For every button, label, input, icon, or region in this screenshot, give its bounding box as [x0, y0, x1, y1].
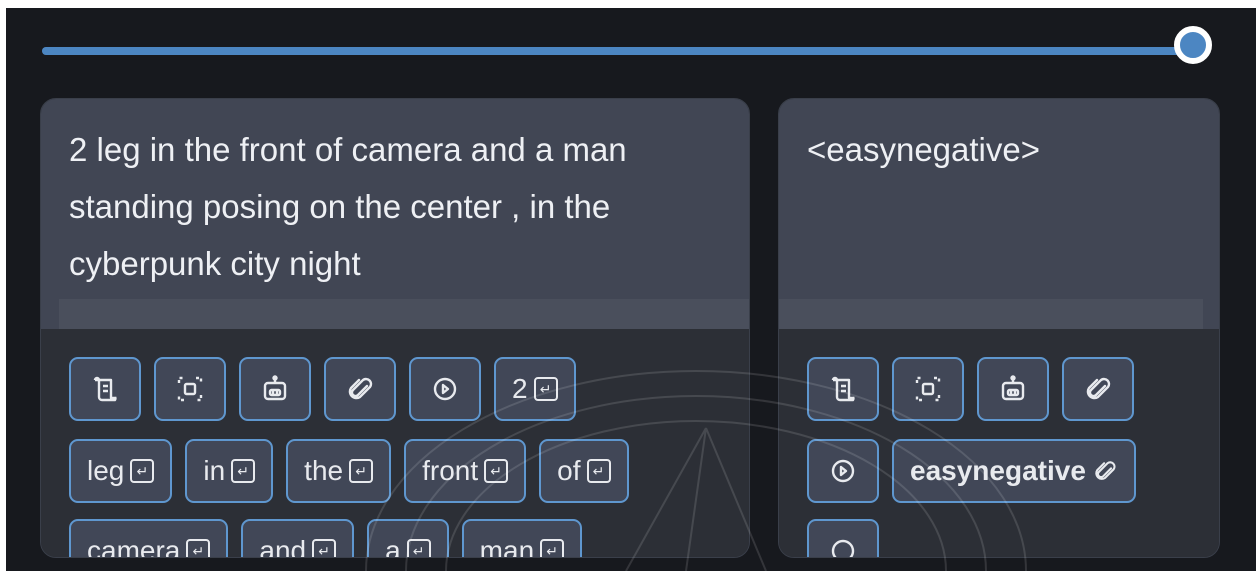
token-label: 2	[512, 373, 528, 404]
paperclip-icon[interactable]	[324, 357, 396, 421]
negative-chip-row-1	[807, 357, 1134, 421]
paperclip-icon[interactable]	[1062, 357, 1134, 421]
negative-prompt-panel: <easynegative> easynegative	[778, 98, 1220, 558]
paperclip-icon	[1095, 461, 1116, 480]
scroll-icon[interactable]	[807, 357, 879, 421]
token-chip[interactable]: of ↵	[539, 439, 629, 503]
token-chip[interactable]: in ↵	[185, 439, 274, 503]
negative-token-area: easynegative	[779, 329, 1219, 557]
positive-prompt-field[interactable]: 2 leg in the front of camera and a man s…	[41, 99, 749, 329]
embedding-label: easynegative	[910, 455, 1086, 486]
app-frame: 2 leg in the front of camera and a man s…	[6, 8, 1256, 571]
token-chip[interactable]: and ↵	[241, 519, 355, 558]
token-label: the	[304, 455, 344, 486]
enter-icon: ↵	[484, 459, 509, 483]
positive-chip-row-2: leg ↵ in ↵ the ↵ front ↵ of ↵	[69, 439, 629, 503]
negative-chip-row-2: easynegative	[807, 439, 1136, 503]
enter-icon: ↵	[533, 377, 558, 401]
negative-chip-row-3	[807, 519, 879, 557]
token-label: a	[385, 535, 401, 558]
token-chip[interactable]: the ↵	[286, 439, 392, 503]
token-label: leg	[87, 455, 125, 486]
slider-thumb[interactable]	[1174, 26, 1212, 64]
token-chip[interactable]: leg ↵	[69, 439, 173, 503]
robot-icon[interactable]	[977, 357, 1049, 421]
token-label: front	[422, 455, 479, 486]
panel-divider	[59, 299, 749, 329]
token-chip[interactable]: man ↵	[461, 519, 583, 558]
embedding-chip[interactable]: easynegative	[892, 439, 1136, 503]
token-label: in	[203, 455, 226, 486]
token-label: camera	[87, 535, 181, 558]
enter-icon: ↵	[130, 459, 155, 483]
select-frame-icon[interactable]	[154, 357, 226, 421]
enter-icon: ↵	[186, 539, 211, 557]
enter-icon: ↵	[586, 459, 611, 483]
token-chip[interactable]: front ↵	[404, 439, 527, 503]
negative-prompt-text[interactable]: <easynegative>	[807, 121, 1191, 178]
enter-icon: ↵	[312, 539, 337, 557]
positive-token-area: 2 ↵ leg ↵ in ↵ the ↵ front ↵ of ↵ camera…	[41, 329, 749, 557]
panel-divider	[779, 299, 1203, 329]
options-circle-icon[interactable]	[807, 519, 879, 557]
token-label: of	[557, 455, 581, 486]
enter-icon: ↵	[540, 539, 565, 557]
positive-chip-row-1: 2 ↵	[69, 357, 576, 421]
token-chip[interactable]: 2 ↵	[494, 357, 576, 421]
robot-icon[interactable]	[239, 357, 311, 421]
scroll-icon[interactable]	[69, 357, 141, 421]
select-frame-icon[interactable]	[892, 357, 964, 421]
enter-icon: ↵	[349, 459, 374, 483]
enter-icon: ↵	[406, 539, 431, 557]
positive-chip-row-3: camera ↵ and ↵ a ↵ man ↵	[69, 519, 583, 558]
negative-prompt-field[interactable]: <easynegative>	[779, 99, 1219, 329]
positive-prompt-panel: 2 leg in the front of camera and a man s…	[40, 98, 750, 558]
positive-prompt-text[interactable]: 2 leg in the front of camera and a man s…	[69, 121, 721, 292]
token-chip[interactable]: camera ↵	[69, 519, 229, 558]
token-label: and	[259, 535, 307, 558]
weight-slider[interactable]	[42, 47, 1206, 55]
enter-icon: ↵	[231, 459, 256, 483]
play-circle-icon[interactable]	[807, 439, 879, 503]
token-label: man	[479, 535, 535, 558]
slider-fill	[42, 47, 1206, 55]
play-circle-icon[interactable]	[409, 357, 481, 421]
token-chip[interactable]: a ↵	[367, 519, 449, 558]
